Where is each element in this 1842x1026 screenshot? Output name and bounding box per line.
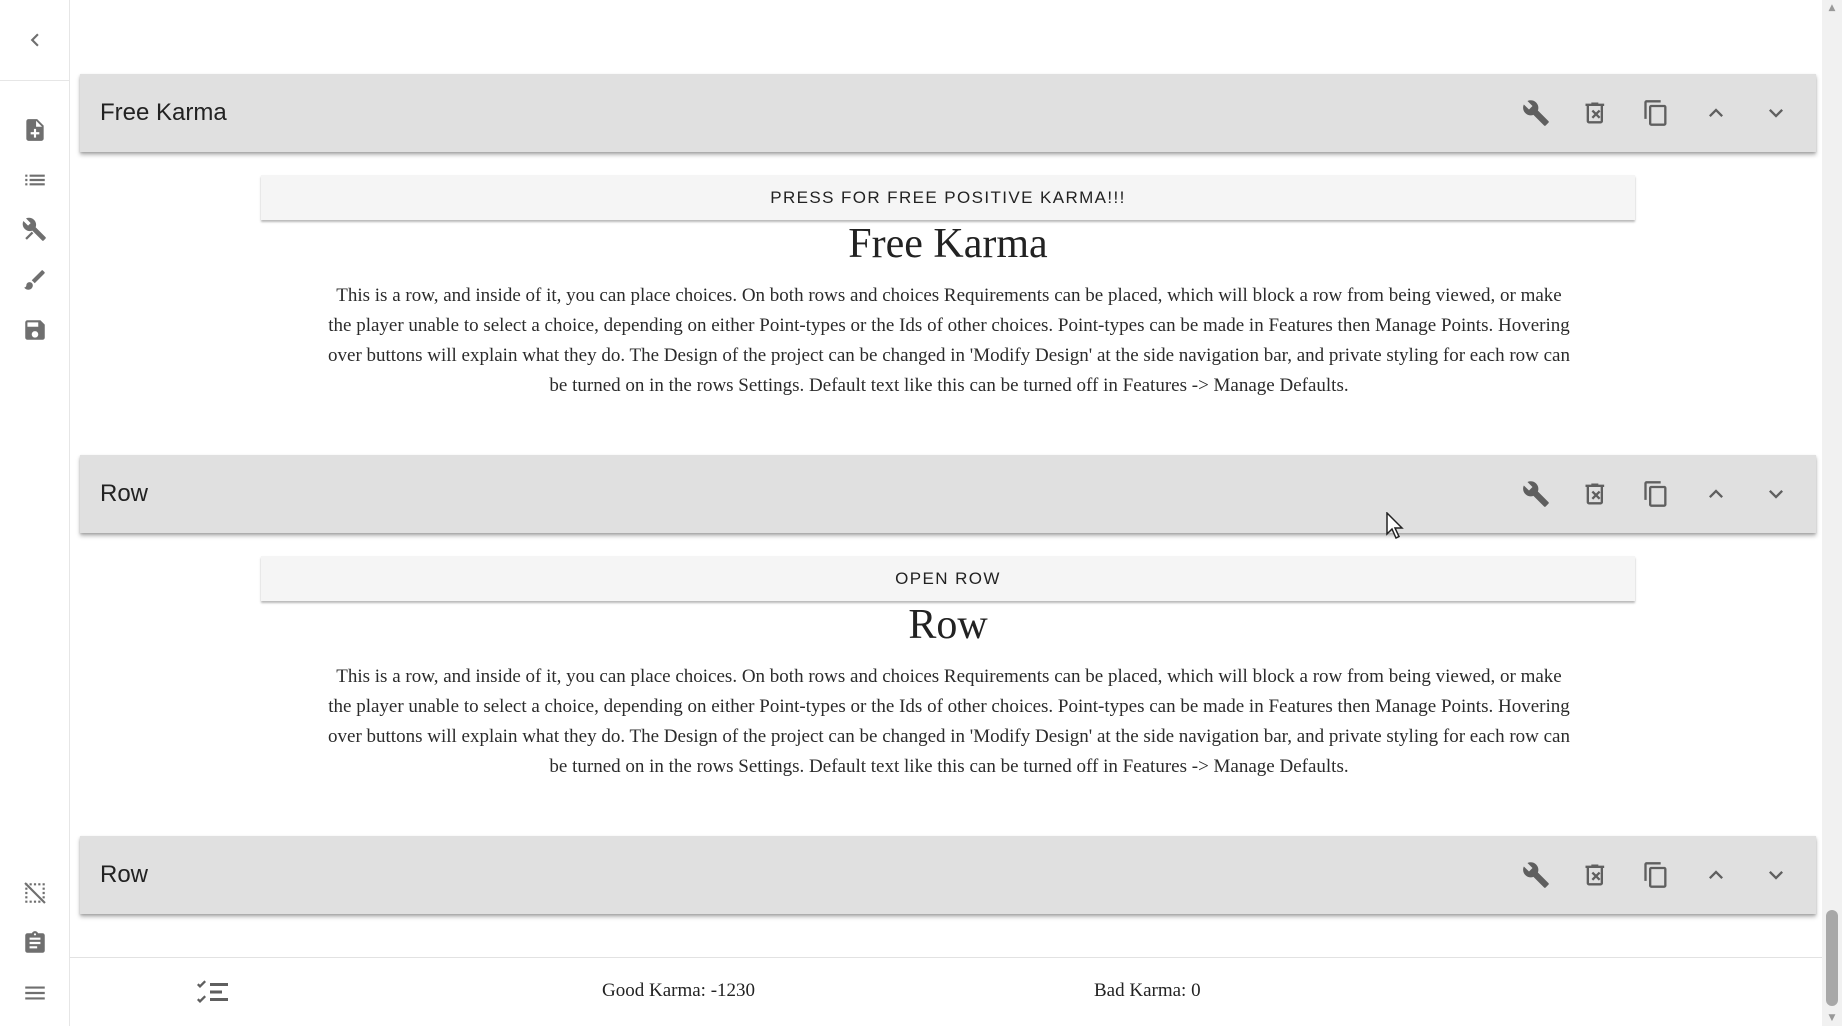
clipboard-button[interactable] <box>0 918 70 968</box>
copy-icon <box>1644 862 1667 888</box>
chevron-up-icon <box>1709 870 1723 879</box>
row-header[interactable]: Row <box>80 455 1816 533</box>
menu-icon <box>25 986 45 1000</box>
save-button[interactable] <box>0 305 70 355</box>
row-action-button[interactable]: PRESS FOR FREE POSITIVE KARMA!!! <box>261 175 1635 220</box>
row-heading: Free Karma <box>848 221 1048 267</box>
clipboard-icon <box>25 931 45 953</box>
list-icon <box>25 174 45 186</box>
row-move-up-button[interactable] <box>1686 464 1746 524</box>
row-list-button[interactable] <box>0 155 70 205</box>
chevron-left-icon <box>30 33 39 47</box>
row-header[interactable]: Row <box>80 836 1816 914</box>
tools-icon <box>22 217 46 241</box>
modify-design-button[interactable] <box>0 255 70 305</box>
row-title: Row <box>100 861 149 888</box>
wrench-icon <box>1523 481 1549 507</box>
points-toggle-button[interactable] <box>194 978 230 1010</box>
row-actions <box>1506 464 1806 524</box>
row-description: This is a row, and inside of it, you can… <box>328 666 1570 777</box>
row-delete-button[interactable] <box>1566 464 1626 524</box>
rows-editor: Free Karma PRESS FOR FREE POSITIVE KARMA… <box>70 0 1822 1026</box>
scroll-down-arrow-icon[interactable]: ▼ <box>1822 1010 1842 1026</box>
features-button[interactable] <box>0 205 70 255</box>
image-off-icon <box>24 882 46 904</box>
row-settings-button[interactable] <box>1506 83 1566 143</box>
row-delete-button[interactable] <box>1566 83 1626 143</box>
menu-button[interactable] <box>0 968 70 1018</box>
row-settings-button[interactable] <box>1506 464 1566 524</box>
collapse-button[interactable] <box>0 0 69 81</box>
wrench-icon <box>1523 862 1549 888</box>
chevron-down-icon <box>1769 109 1783 118</box>
wrench-icon <box>1523 100 1549 126</box>
save-icon <box>25 320 45 340</box>
checklist-icon <box>197 980 228 1003</box>
copy-icon <box>1644 100 1667 126</box>
scroll-thumb[interactable] <box>1826 910 1838 1006</box>
row-copy-button[interactable] <box>1626 845 1686 905</box>
vertical-scrollbar[interactable]: ▲ ▼ <box>1822 0 1842 1026</box>
delete-icon <box>1585 483 1605 505</box>
row-actions <box>1506 845 1806 905</box>
row-delete-button[interactable] <box>1566 845 1626 905</box>
chevron-down-icon <box>1769 490 1783 499</box>
chevron-up-icon <box>1709 108 1723 117</box>
chevron-down-icon <box>1769 871 1783 880</box>
create-project-button[interactable] <box>0 105 70 155</box>
chevron-up-icon <box>1709 489 1723 498</box>
row-settings-button[interactable] <box>1506 845 1566 905</box>
row-heading: Row <box>908 602 988 648</box>
note-add-icon <box>26 119 44 141</box>
brush-icon <box>24 270 45 290</box>
row-description: This is a row, and inside of it, you can… <box>328 285 1570 396</box>
row-move-down-button[interactable] <box>1746 464 1806 524</box>
mouse-cursor-icon <box>1386 512 1404 540</box>
delete-icon <box>1585 864 1605 886</box>
row-copy-button[interactable] <box>1626 464 1686 524</box>
hide-images-button[interactable] <box>0 868 70 918</box>
delete-icon <box>1585 102 1605 124</box>
side-navigation <box>0 0 70 1026</box>
row-title: Free Karma <box>100 99 227 126</box>
points-bar: Good Karma: -1230 Bad Karma: 0 <box>70 957 1822 1026</box>
row-actions <box>1506 83 1806 143</box>
row-move-down-button[interactable] <box>1746 845 1806 905</box>
row-move-up-button[interactable] <box>1686 83 1746 143</box>
row-move-up-button[interactable] <box>1686 845 1746 905</box>
row-copy-button[interactable] <box>1626 83 1686 143</box>
row-header[interactable]: Free Karma <box>80 74 1816 152</box>
copy-icon <box>1644 481 1667 507</box>
good-karma-points: Good Karma: -1230 <box>602 980 756 1001</box>
row-move-down-button[interactable] <box>1746 83 1806 143</box>
row-title: Row <box>100 480 149 507</box>
bad-karma-points: Bad Karma: 0 <box>1094 980 1201 1001</box>
row-action-button[interactable]: OPEN ROW <box>261 556 1635 601</box>
scroll-up-arrow-icon[interactable]: ▲ <box>1822 0 1842 16</box>
